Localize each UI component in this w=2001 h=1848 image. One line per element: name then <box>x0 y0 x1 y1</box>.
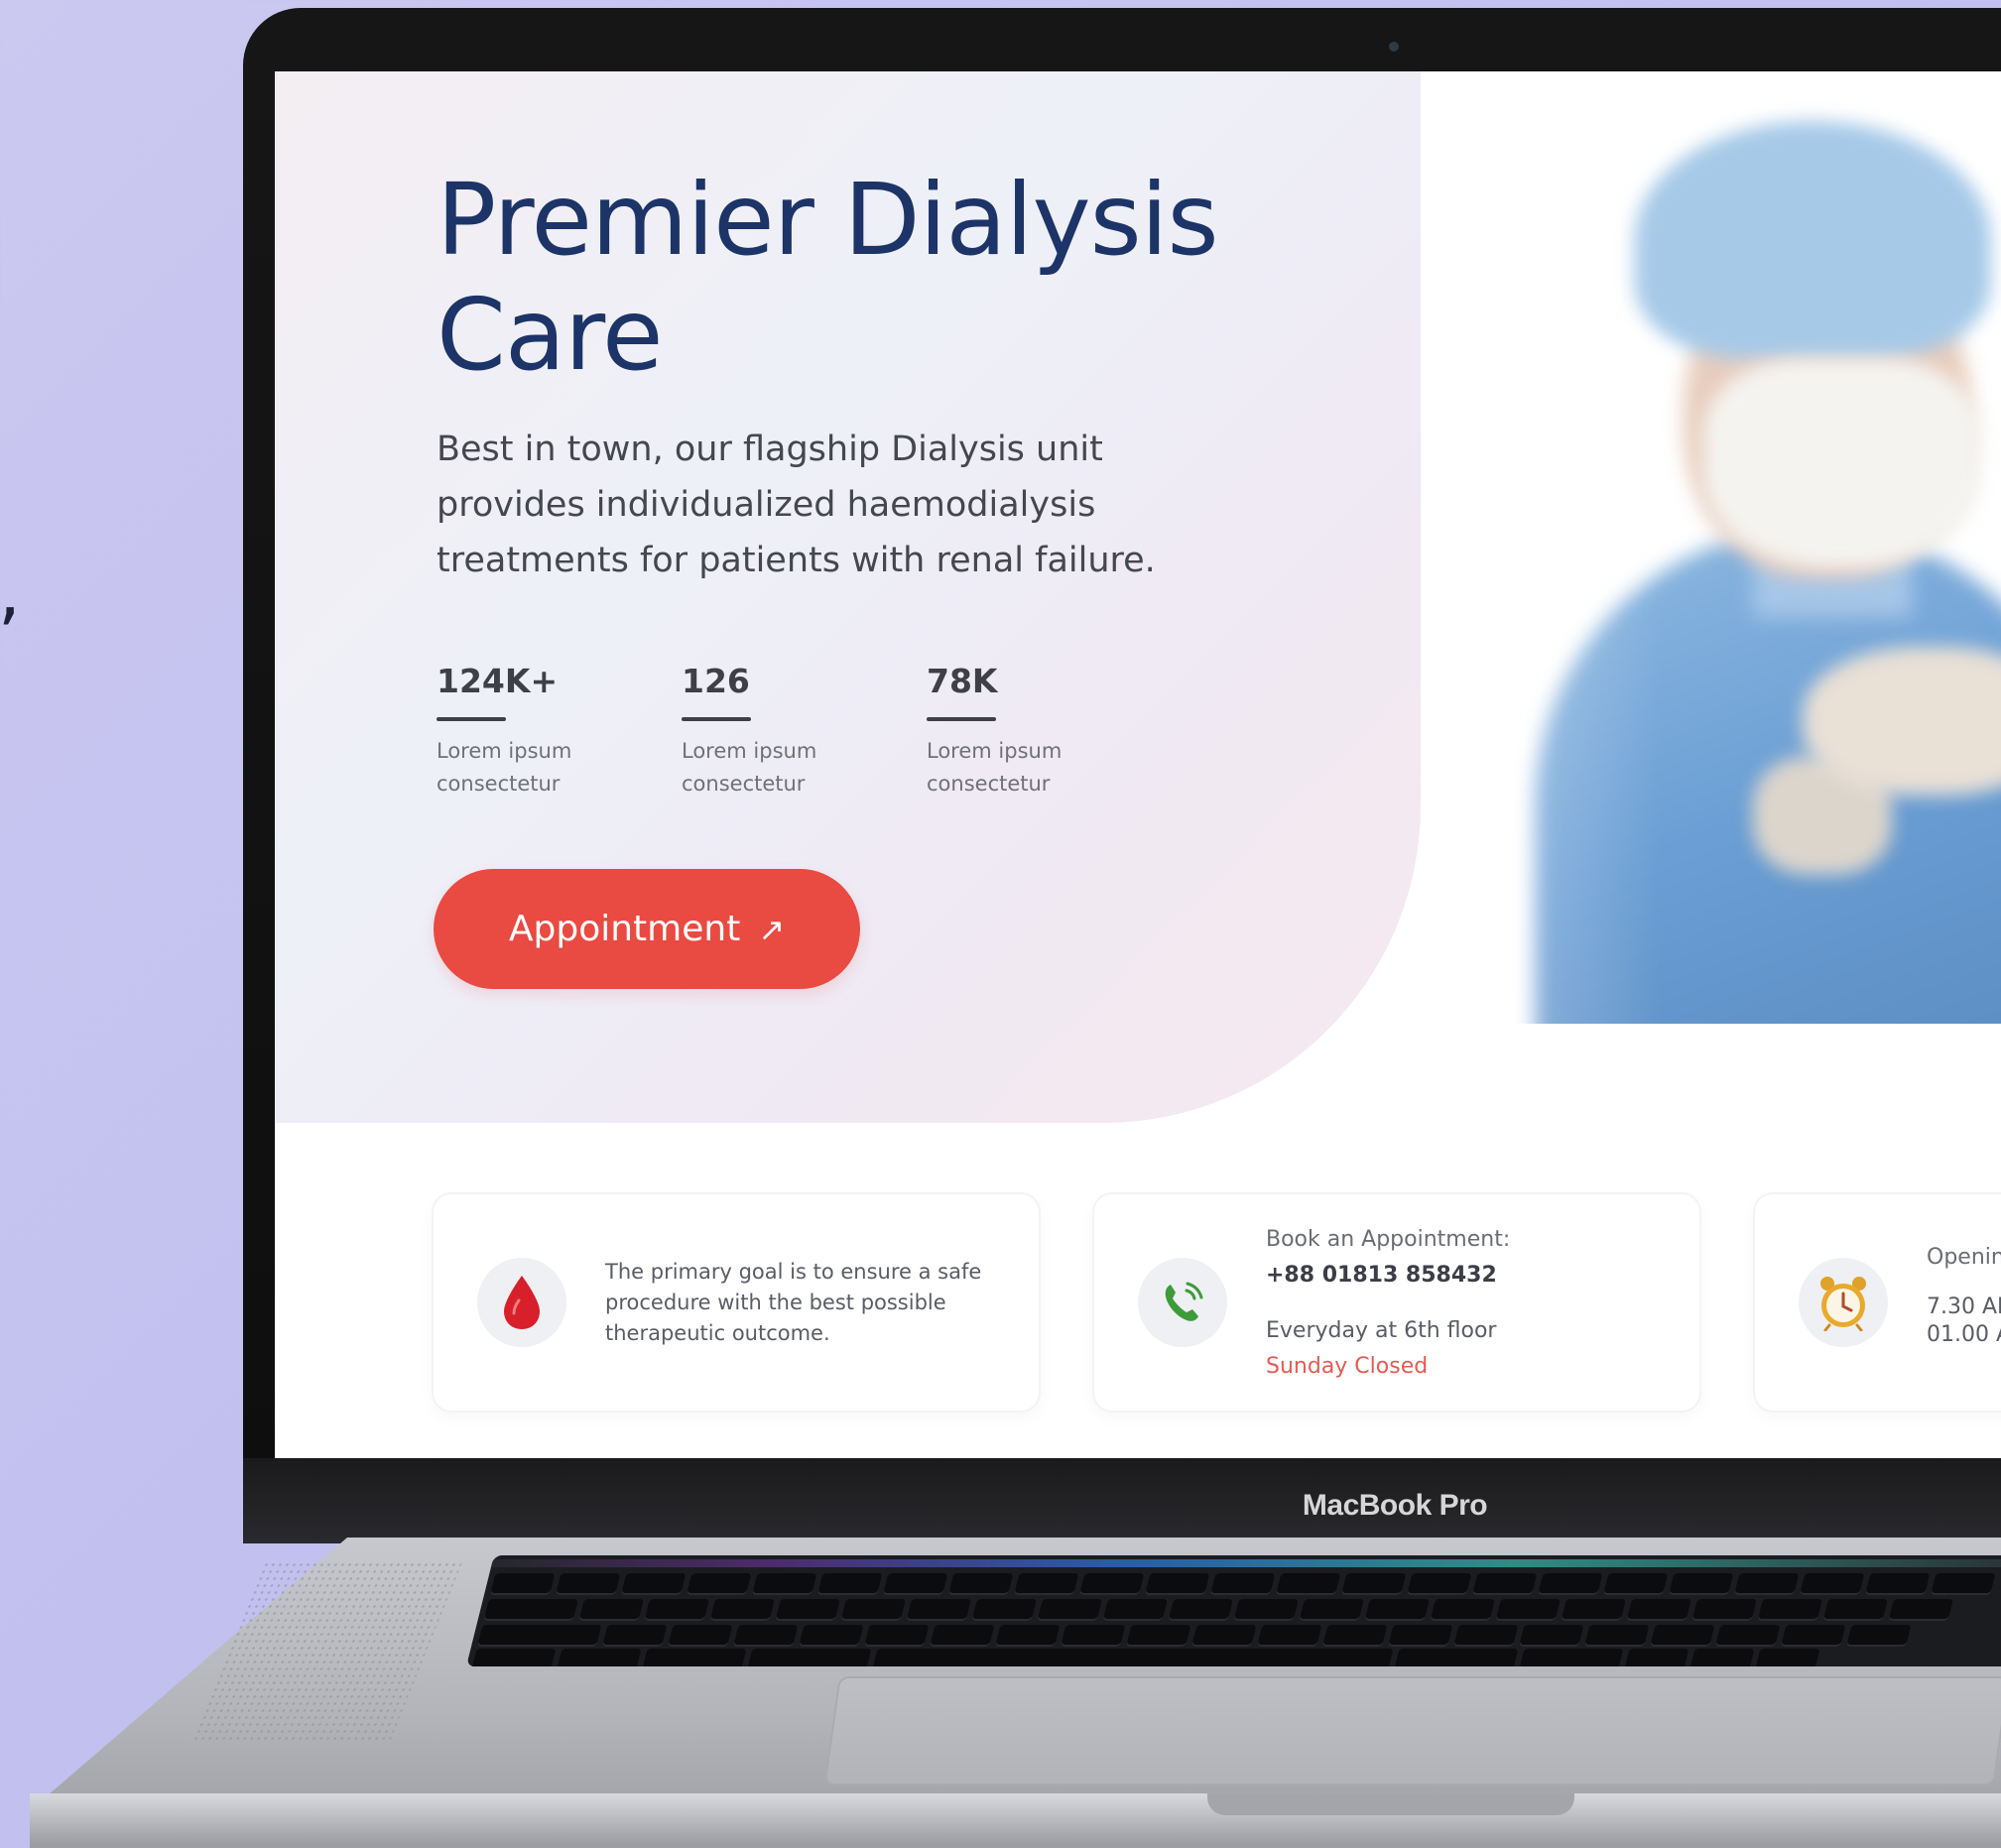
stat-item: 126 Lorem ipsum consectetur <box>682 662 927 801</box>
hours-label: Openin <box>1927 1245 2001 1270</box>
stat-label: Lorem ipsum consectetur <box>682 739 817 796</box>
arrow-up-right-icon: ↗ <box>758 910 786 948</box>
stat-value: 126 <box>682 662 750 700</box>
hero-title: Premier Dialysis Care <box>437 162 1219 393</box>
laptop-screen: Premier Dialysis Care Best in town, our … <box>275 71 2001 1458</box>
appointment-button-label: Appointment <box>508 909 741 949</box>
stats-row: 124K+ Lorem ipsum consectetur 126 Lorem … <box>437 662 1172 801</box>
laptop-base-edge <box>30 1793 2001 1843</box>
appointment-info: Book an Appointment: +88 01813 858432 Ev… <box>1266 1222 1663 1385</box>
info-card-goal: The primary goal is to ensure a safe pro… <box>434 1194 1039 1411</box>
hero-description: Best in town, our flagship Dialysis unit… <box>437 430 1156 580</box>
info-cards: The primary goal is to ensure a safe pro… <box>434 1194 2001 1411</box>
info-card-hours: Openin 7.30 AM 01.00 A <box>1755 1194 2001 1411</box>
alarm-clock-icon <box>1799 1258 1888 1347</box>
hours-line-2: 01.00 A <box>1927 1322 2001 1347</box>
stat-item: 124K+ Lorem ipsum consectetur <box>437 662 682 801</box>
doctor-image <box>1515 71 2001 1024</box>
blood-drop-icon <box>477 1258 566 1347</box>
phone-icon[interactable] <box>1138 1258 1227 1347</box>
stat-label: Lorem ipsum consectetur <box>927 739 1063 796</box>
touch-bar <box>490 1559 2001 1567</box>
lid-notch <box>1207 1793 1574 1815</box>
stat-label: Lorem ipsum consectetur <box>437 739 572 796</box>
stat-divider <box>927 717 996 721</box>
goal-text: The primary goal is to ensure a safe pro… <box>605 1260 982 1345</box>
device-brand-label: MacBook Pro <box>1302 1489 1488 1522</box>
camera <box>1389 42 1399 52</box>
phone-number[interactable]: +88 01813 858432 <box>1266 1258 1663 1294</box>
schedule-text: Everyday at 6th floor <box>1266 1318 1497 1343</box>
trackpad <box>823 1676 2001 1786</box>
appointment-button[interactable]: Appointment ↗ <box>434 869 860 989</box>
hours-info: Openin 7.30 AM 01.00 A <box>1927 1240 2001 1349</box>
stat-value: 78K <box>927 662 998 700</box>
keyboard <box>466 1555 2001 1666</box>
outside-text-fragment: , <box>0 550 21 633</box>
stat-value: 124K+ <box>437 662 559 700</box>
stat-item: 78K Lorem ipsum consectetur <box>927 662 1172 801</box>
info-card-appointment: Book an Appointment: +88 01813 858432 Ev… <box>1094 1194 1699 1411</box>
stat-divider <box>682 717 751 721</box>
screen-bottom-bezel <box>243 1458 2001 1543</box>
closed-text: Sunday Closed <box>1266 1354 1429 1379</box>
appointment-label: Book an Appointment: <box>1266 1227 1511 1252</box>
stat-divider <box>437 717 506 721</box>
hours-line-1: 7.30 AM <box>1927 1294 2001 1319</box>
